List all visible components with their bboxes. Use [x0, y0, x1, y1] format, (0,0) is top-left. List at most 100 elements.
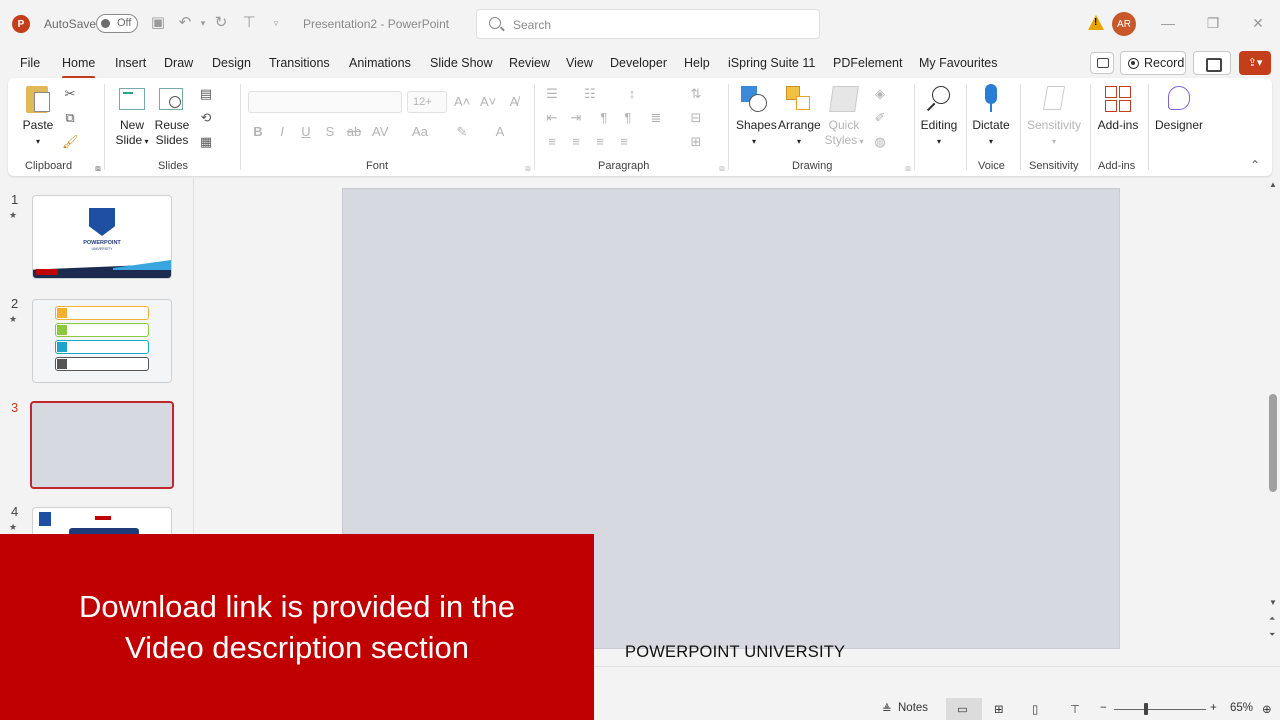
- character-spacing-icon[interactable]: AV: [372, 124, 388, 140]
- record-button[interactable]: Record: [1120, 51, 1186, 75]
- justify-icon[interactable]: ≡: [616, 134, 632, 150]
- arrange-button[interactable]: Arrange ▾: [778, 84, 821, 149]
- shape-outline-icon[interactable]: ✐: [872, 110, 888, 126]
- fit-to-window-icon[interactable]: ⊕: [1262, 702, 1272, 716]
- slide-footer-text[interactable]: POWERPOINT UNIVERSITY: [625, 643, 845, 662]
- font-name-box[interactable]: [248, 91, 402, 113]
- slide-thumbnail-2[interactable]: [32, 299, 172, 383]
- tab-developer[interactable]: Developer: [610, 56, 667, 70]
- format-painter-icon[interactable]: 🖌: [62, 134, 79, 150]
- section-icon[interactable]: ▦: [198, 134, 214, 150]
- minimize-icon[interactable]: —: [1158, 13, 1178, 33]
- customize-qat-icon[interactable]: ▿: [267, 14, 285, 32]
- tab-slide-show[interactable]: Slide Show: [430, 56, 493, 70]
- slide-thumbnail-1[interactable]: POWERPOINT UNIVERSITY: [32, 195, 172, 279]
- tab-design[interactable]: Design: [212, 56, 251, 70]
- autosave-toggle[interactable]: Off: [96, 14, 138, 33]
- shapes-button[interactable]: Shapes ▾: [736, 84, 777, 149]
- align-text-icon[interactable]: ⊟: [688, 110, 704, 126]
- shape-fill-icon[interactable]: ◈: [872, 86, 888, 102]
- line-spacing-icon[interactable]: ↕: [624, 86, 640, 102]
- editing-button[interactable]: Editing ▾: [918, 84, 960, 149]
- reset-icon[interactable]: ⟲: [198, 110, 214, 126]
- tab-draw[interactable]: Draw: [164, 56, 193, 70]
- decrease-font-icon[interactable]: A˅: [480, 94, 496, 110]
- columns-icon[interactable]: ≣: [648, 110, 664, 126]
- sensitivity-button[interactable]: Sensitivity ▾: [1024, 84, 1084, 149]
- tab-animations[interactable]: Animations: [349, 56, 411, 70]
- zoom-in-icon[interactable]: +: [1210, 702, 1217, 714]
- share-button[interactable]: ⇪▾: [1239, 51, 1271, 75]
- text-direction-icon[interactable]: ¶: [596, 110, 612, 126]
- normal-view-icon[interactable]: ▭: [957, 702, 968, 716]
- slide-show-icon[interactable]: ⊤: [1070, 702, 1080, 716]
- bold-icon[interactable]: B: [250, 124, 266, 140]
- previous-slide-icon[interactable]: ⏶: [1269, 614, 1275, 624]
- present-teams-button[interactable]: [1193, 51, 1231, 75]
- addins-button[interactable]: Add-ins: [1094, 84, 1142, 133]
- italic-icon[interactable]: I: [274, 124, 290, 140]
- quick-styles-button[interactable]: Quick Styles ▾: [824, 84, 864, 149]
- reuse-slides-button[interactable]: Reuse Slides: [154, 84, 190, 148]
- scroll-up-icon[interactable]: ▲: [1269, 180, 1277, 189]
- text-direction-dropdown-icon[interactable]: ⇅: [688, 86, 704, 102]
- collapse-ribbon-icon[interactable]: ⌃: [1250, 158, 1260, 172]
- strikethrough-icon[interactable]: ab: [346, 124, 362, 140]
- search-box[interactable]: [476, 9, 820, 39]
- bullets-icon[interactable]: ☰: [544, 86, 560, 102]
- user-avatar[interactable]: AR: [1112, 12, 1136, 36]
- notes-button[interactable]: Notes: [898, 702, 928, 714]
- tab-review[interactable]: Review: [509, 56, 550, 70]
- tab-pdfelement[interactable]: PDFelement: [833, 56, 902, 70]
- increase-indent-icon[interactable]: ⇥: [568, 110, 584, 126]
- reading-view-icon[interactable]: ▯: [1032, 702, 1038, 716]
- dictate-button[interactable]: Dictate ▾: [970, 84, 1012, 149]
- layout-icon[interactable]: ▤: [198, 86, 214, 102]
- designer-button[interactable]: Designer: [1154, 84, 1204, 133]
- zoom-level[interactable]: 65%: [1230, 702, 1253, 714]
- scrollbar-thumb[interactable]: [1269, 394, 1277, 492]
- warning-icon[interactable]: [1088, 15, 1104, 30]
- underline-icon[interactable]: U: [298, 124, 314, 140]
- decrease-indent-icon[interactable]: ⇤: [544, 110, 560, 126]
- tab-view[interactable]: View: [566, 56, 593, 70]
- redo-icon[interactable]: ↻: [212, 14, 230, 32]
- tab-ispring[interactable]: iSpring Suite 11: [728, 56, 815, 70]
- comments-button[interactable]: [1090, 52, 1114, 74]
- tab-home[interactable]: Home: [62, 56, 96, 79]
- change-case-icon[interactable]: Aa: [412, 124, 428, 140]
- tab-help[interactable]: Help: [684, 56, 710, 70]
- paste-button[interactable]: Paste ▾: [22, 84, 54, 149]
- copy-icon[interactable]: ⧉: [62, 110, 78, 126]
- font-size-box[interactable]: 12+: [407, 91, 447, 113]
- increase-font-icon[interactable]: A˄: [454, 94, 470, 110]
- align-left-icon[interactable]: ≡: [544, 134, 560, 150]
- shadow-icon[interactable]: S: [322, 124, 338, 140]
- close-icon[interactable]: ✕: [1248, 13, 1268, 33]
- new-slide-button[interactable]: New Slide ▾: [114, 84, 150, 149]
- slide-thumbnail-3[interactable]: [30, 401, 174, 489]
- save-icon[interactable]: ▣: [149, 14, 167, 32]
- search-input[interactable]: [513, 16, 803, 34]
- undo-dropdown-icon[interactable]: ▾: [194, 14, 212, 32]
- cut-icon[interactable]: ✂: [62, 86, 78, 102]
- clear-formatting-icon[interactable]: A̸: [506, 94, 522, 110]
- zoom-slider-handle[interactable]: [1144, 703, 1149, 715]
- undo-icon[interactable]: ↶: [176, 14, 194, 32]
- present-from-start-icon[interactable]: ⊤: [240, 14, 258, 32]
- next-slide-icon[interactable]: ⏷: [1269, 630, 1275, 640]
- tab-file[interactable]: File: [20, 56, 40, 70]
- rtl-icon[interactable]: ¶: [620, 110, 636, 126]
- align-right-icon[interactable]: ≡: [592, 134, 608, 150]
- shape-effects-icon[interactable]: ◍: [872, 134, 888, 150]
- smartart-icon[interactable]: ⊞: [688, 134, 704, 150]
- zoom-slider[interactable]: [1114, 709, 1206, 710]
- tab-insert[interactable]: Insert: [115, 56, 146, 70]
- vertical-scrollbar[interactable]: ▲ ▼ ⏶ ⏷: [1266, 178, 1280, 648]
- slide-sorter-icon[interactable]: ⊞: [994, 702, 1004, 716]
- zoom-out-icon[interactable]: −: [1100, 702, 1107, 714]
- align-center-icon[interactable]: ≡: [568, 134, 584, 150]
- tab-transitions[interactable]: Transitions: [269, 56, 330, 70]
- notes-icon[interactable]: ≜: [882, 702, 892, 716]
- tab-my-favourites[interactable]: My Favourites: [919, 56, 998, 70]
